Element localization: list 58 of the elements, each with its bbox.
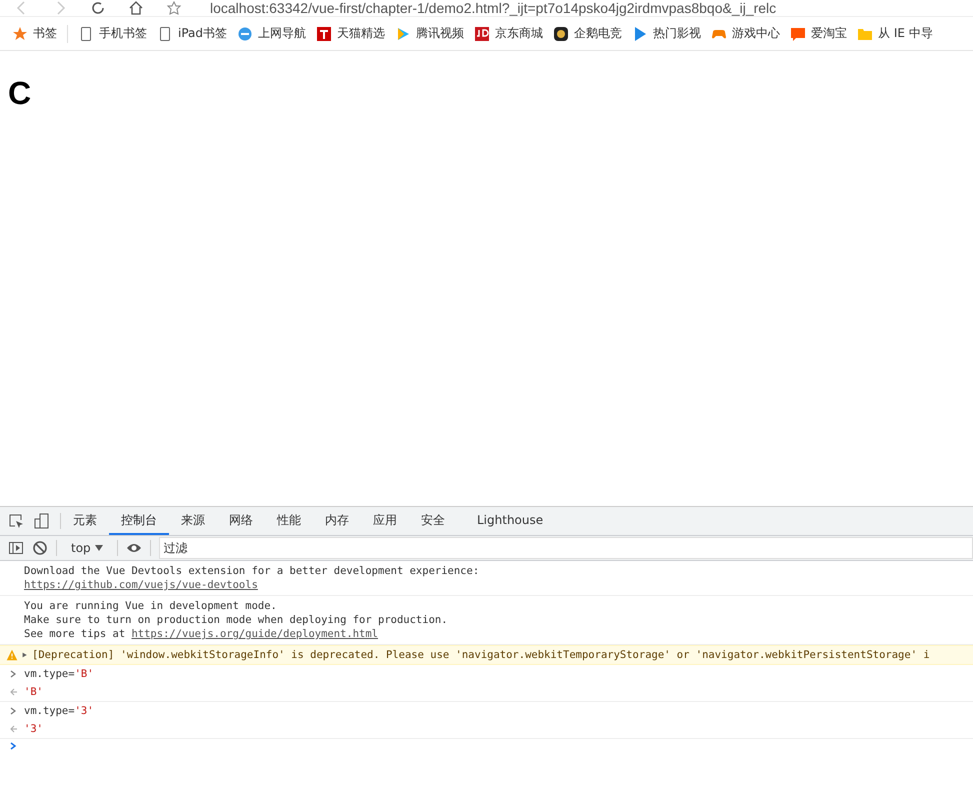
caret-icon bbox=[94, 545, 103, 551]
console-message: Make sure to turn on production mode when deploying for production. bbox=[24, 613, 449, 627]
expand-arrow-icon[interactable] bbox=[22, 650, 28, 660]
return-arrow-icon bbox=[8, 687, 18, 697]
bookmark-link[interactable]: 书签 bbox=[12, 25, 57, 42]
chevron-icon bbox=[8, 706, 18, 716]
console-result: '3' bbox=[24, 722, 43, 736]
context-dropdown[interactable]: top bbox=[65, 540, 109, 556]
bookmark-link[interactable]: 游戏中心 bbox=[711, 25, 780, 42]
star-icon bbox=[12, 26, 28, 42]
devtools-tab[interactable]: Lighthouse bbox=[465, 507, 556, 535]
console-link[interactable]: https://vuejs.org/guide/deployment.html bbox=[131, 628, 378, 640]
devtools-tab[interactable]: 网络 bbox=[217, 507, 265, 535]
device-icon[interactable] bbox=[34, 513, 50, 529]
bookmark-link[interactable]: 手机书签 bbox=[78, 25, 147, 42]
console-message: You are running Vue in development mode. bbox=[24, 599, 278, 613]
command-text: vm.type='3' bbox=[24, 704, 94, 718]
bookmark-link[interactable]: 京东商城 bbox=[474, 25, 544, 42]
return-arrow-icon bbox=[8, 724, 18, 734]
play-icon bbox=[632, 26, 648, 42]
devtools-tab[interactable]: 应用 bbox=[361, 507, 409, 535]
bookmark-link[interactable]: 从 IE 中导 bbox=[857, 25, 933, 42]
warning-message: [Deprecation] 'window.webkitStorageInfo' is deprecated. Please use 'navigator.webkitTemporaryStorage' or 'navigator.webkitPersistentStorage' i bbox=[32, 649, 930, 661]
warning-icon bbox=[6, 649, 18, 661]
square-icon bbox=[474, 26, 490, 42]
bookmark-link[interactable]: 天猫精选 bbox=[316, 25, 386, 42]
address-field[interactable]: localhost:63342/vue-first/chapter-1/demo2.html?_ijt=pt7o14psko4jg2irdmvpas8bqo&_ij_relc bbox=[210, 0, 776, 16]
devtools-tab[interactable]: 元素 bbox=[61, 507, 109, 535]
bookmark-link[interactable]: 热门影视 bbox=[632, 25, 702, 42]
phone-icon bbox=[157, 26, 173, 42]
bookmark-link[interactable]: 企鹅电竞 bbox=[553, 25, 622, 42]
sidebar-icon[interactable] bbox=[8, 540, 24, 556]
reload-icon[interactable] bbox=[90, 1, 106, 15]
prompt-icon[interactable] bbox=[8, 741, 18, 751]
bookmark-link[interactable]: 爱淘宝 bbox=[790, 25, 848, 42]
square-icon bbox=[316, 26, 332, 42]
bookmark-link[interactable]: 上网导航 bbox=[237, 25, 306, 42]
bookmark-link[interactable]: 腾讯视频 bbox=[395, 25, 464, 42]
play-icon bbox=[395, 26, 412, 42]
page-heading: C bbox=[8, 75, 32, 112]
console-result: 'B' bbox=[24, 685, 43, 699]
inspect-icon[interactable] bbox=[8, 513, 24, 529]
home-icon[interactable] bbox=[128, 1, 144, 15]
devtools-tab[interactable]: 来源 bbox=[169, 507, 217, 535]
speech-bubble-icon bbox=[790, 26, 806, 42]
console-message: Download the Vue Devtools extension for a better development experience: bbox=[24, 564, 480, 578]
filter-field[interactable]: 过滤 bbox=[158, 537, 973, 559]
chevron-icon bbox=[8, 669, 18, 679]
star-icon[interactable] bbox=[166, 1, 182, 15]
bookmark-link[interactable]: iPad书签 bbox=[157, 25, 228, 42]
devtools-tab[interactable]: 内存 bbox=[313, 507, 361, 535]
devtools-tab[interactable]: 性能 bbox=[265, 507, 313, 535]
phone-icon bbox=[78, 26, 94, 42]
command-text: vm.type='B' bbox=[24, 667, 94, 681]
console-message: See more tips at bbox=[24, 628, 126, 640]
clear-icon[interactable] bbox=[32, 540, 48, 556]
console-link[interactable]: https://github.com/vuejs/vue-devtools bbox=[24, 579, 258, 591]
devtools-tab[interactable]: 安全 bbox=[409, 507, 457, 535]
